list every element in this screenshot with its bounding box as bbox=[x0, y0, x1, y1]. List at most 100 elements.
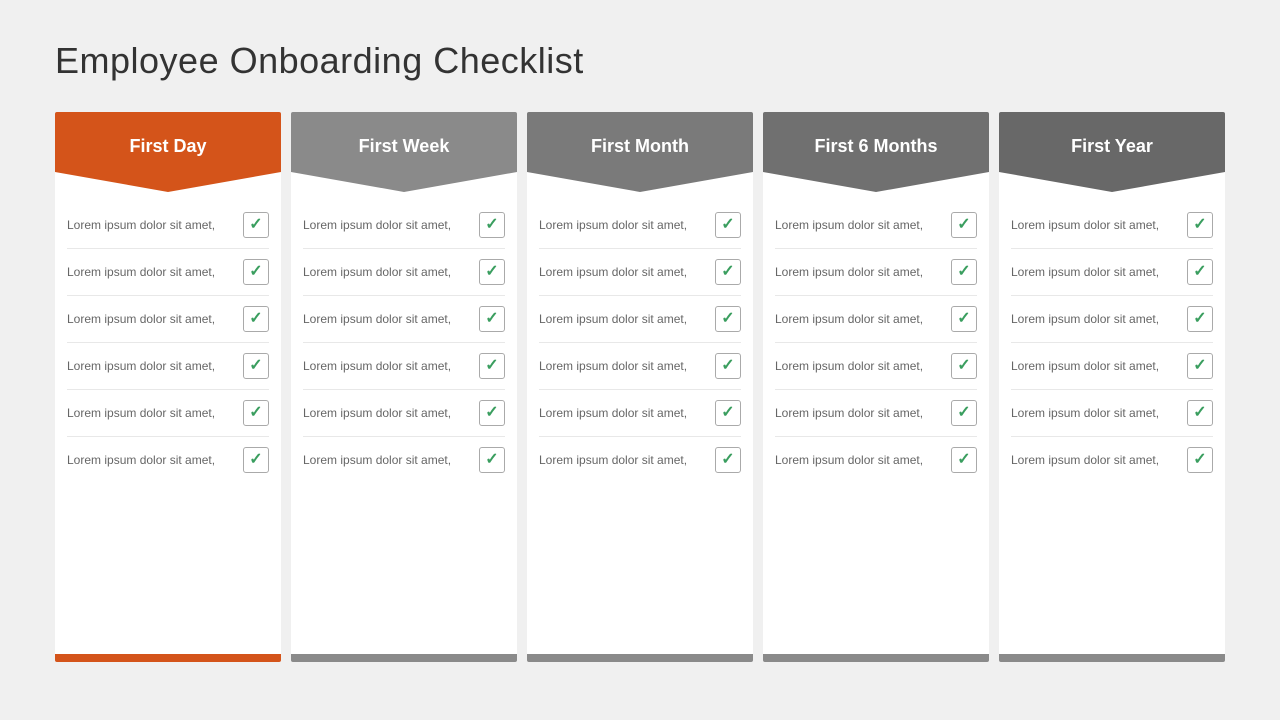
checkmark-icon: ✓ bbox=[1193, 217, 1206, 233]
checkbox[interactable]: ✓ bbox=[715, 212, 741, 238]
column-first-year: First YearLorem ipsum dolor sit amet,✓Lo… bbox=[999, 112, 1225, 662]
column-label-first-month: First Month bbox=[591, 136, 689, 168]
item-text: Lorem ipsum dolor sit amet, bbox=[1011, 217, 1179, 234]
list-item: Lorem ipsum dolor sit amet, ✓ bbox=[303, 437, 505, 483]
checkbox[interactable]: ✓ bbox=[479, 400, 505, 426]
list-item: Lorem ipsum dolor sit amet, ✓ bbox=[539, 437, 741, 483]
column-label-first-year: First Year bbox=[1071, 136, 1153, 168]
checkbox[interactable]: ✓ bbox=[243, 306, 269, 332]
list-item: Lorem ipsum dolor sit amet, ✓ bbox=[775, 202, 977, 249]
checkbox[interactable]: ✓ bbox=[951, 306, 977, 332]
item-text: Lorem ipsum dolor sit amet, bbox=[539, 452, 707, 469]
item-text: Lorem ipsum dolor sit amet, bbox=[303, 405, 471, 422]
checkbox[interactable]: ✓ bbox=[479, 306, 505, 332]
checkbox[interactable]: ✓ bbox=[1187, 400, 1213, 426]
column-first-week: First WeekLorem ipsum dolor sit amet,✓Lo… bbox=[291, 112, 517, 662]
column-first-day: First DayLorem ipsum dolor sit amet,✓Lor… bbox=[55, 112, 281, 662]
checkbox[interactable]: ✓ bbox=[1187, 306, 1213, 332]
column-first-6-months: First 6 MonthsLorem ipsum dolor sit amet… bbox=[763, 112, 989, 662]
checkmark-icon: ✓ bbox=[1193, 405, 1206, 421]
column-body-first-year: Lorem ipsum dolor sit amet, ✓ Lorem ipsum … bbox=[999, 192, 1225, 654]
checkmark-icon: ✓ bbox=[957, 217, 970, 233]
list-item: Lorem ipsum dolor sit amet, ✓ bbox=[775, 343, 977, 390]
item-text: Lorem ipsum dolor sit amet, bbox=[539, 311, 707, 328]
list-item: Lorem ipsum dolor sit amet, ✓ bbox=[539, 390, 741, 437]
checkmark-icon: ✓ bbox=[721, 217, 734, 233]
list-item: Lorem ipsum dolor sit amet,✓ bbox=[303, 296, 505, 343]
checkbox[interactable]: ✓ bbox=[479, 447, 505, 473]
checkbox[interactable]: ✓ bbox=[479, 212, 505, 238]
list-item: Lorem ipsum dolor sit amet, ✓ bbox=[539, 296, 741, 343]
column-body-first-week: Lorem ipsum dolor sit amet, ✓ Lorem ipsum … bbox=[291, 192, 517, 654]
column-header-first-year: First Year bbox=[999, 112, 1225, 192]
checkbox[interactable]: ✓ bbox=[243, 353, 269, 379]
checkmark-icon: ✓ bbox=[1193, 452, 1206, 468]
list-item: Lorem ipsum dolor sit amet,✓ bbox=[539, 249, 741, 296]
column-footer-first-day bbox=[55, 654, 281, 662]
item-text: Lorem ipsum dolor sit amet, bbox=[775, 217, 943, 234]
item-text: Lorem ipsum dolor sit amet, bbox=[539, 405, 707, 422]
list-item: Lorem ipsum dolor sit amet,✓ bbox=[1011, 437, 1213, 483]
list-item: Lorem ipsum dolor sit amet, ✓ bbox=[67, 249, 269, 296]
item-text: Lorem ipsum dolor sit amet, bbox=[775, 311, 943, 328]
column-first-month: First MonthLorem ipsum dolor sit amet,✓L… bbox=[527, 112, 753, 662]
checkbox[interactable]: ✓ bbox=[715, 259, 741, 285]
checkbox[interactable]: ✓ bbox=[715, 447, 741, 473]
column-header-first-month: First Month bbox=[527, 112, 753, 192]
item-text: Lorem ipsum dolor sit amet, bbox=[775, 452, 943, 469]
item-text: Lorem ipsum dolor sit amet, bbox=[775, 358, 943, 375]
list-item: Lorem ipsum dolor sit amet, ✓ bbox=[1011, 249, 1213, 296]
item-text: Lorem ipsum dolor sit amet, bbox=[1011, 264, 1179, 281]
list-item: Lorem ipsum dolor sit amet,✓ bbox=[775, 249, 977, 296]
checkbox[interactable]: ✓ bbox=[479, 353, 505, 379]
item-text: Lorem ipsum dolor sit amet, bbox=[67, 311, 235, 328]
checkbox[interactable]: ✓ bbox=[951, 212, 977, 238]
checkbox[interactable]: ✓ bbox=[1187, 353, 1213, 379]
list-item: Lorem ipsum dolor sit amet, ✓ bbox=[67, 296, 269, 343]
list-item: Lorem ipsum dolor sit amet, ✓ bbox=[775, 296, 977, 343]
checkbox[interactable]: ✓ bbox=[243, 400, 269, 426]
item-text: Lorem ipsum dolor sit amet, bbox=[303, 452, 471, 469]
checkbox[interactable]: ✓ bbox=[1187, 447, 1213, 473]
list-item: Lorem ipsum dolor sit amet,✓ bbox=[1011, 296, 1213, 343]
columns-wrapper: First DayLorem ipsum dolor sit amet,✓Lor… bbox=[55, 112, 1225, 662]
column-body-first-6-months: Lorem ipsum dolor sit amet, ✓ Lorem ipsum … bbox=[763, 192, 989, 654]
checkbox[interactable]: ✓ bbox=[243, 259, 269, 285]
checkmark-icon: ✓ bbox=[249, 264, 262, 280]
list-item: Lorem ipsum dolor sit amet, ✓ bbox=[303, 343, 505, 390]
item-text: Lorem ipsum dolor sit amet, bbox=[1011, 405, 1179, 422]
checkbox[interactable]: ✓ bbox=[951, 400, 977, 426]
checkmark-icon: ✓ bbox=[249, 358, 262, 374]
checkbox[interactable]: ✓ bbox=[715, 353, 741, 379]
checkmark-icon: ✓ bbox=[249, 405, 262, 421]
item-text: Lorem ipsum dolor sit amet, bbox=[1011, 358, 1179, 375]
column-header-first-week: First Week bbox=[291, 112, 517, 192]
list-item: Lorem ipsum dolor sit amet, ✓ bbox=[303, 390, 505, 437]
checkbox[interactable]: ✓ bbox=[951, 353, 977, 379]
column-footer-first-month bbox=[527, 654, 753, 662]
checkmark-icon: ✓ bbox=[721, 358, 734, 374]
list-item: Lorem ipsum dolor sit amet, ✓ bbox=[1011, 343, 1213, 390]
list-item: Lorem ipsum dolor sit amet, ✓ bbox=[67, 343, 269, 390]
checkbox[interactable]: ✓ bbox=[951, 259, 977, 285]
checkbox[interactable]: ✓ bbox=[715, 400, 741, 426]
checkmark-icon: ✓ bbox=[721, 452, 734, 468]
checkbox[interactable]: ✓ bbox=[1187, 259, 1213, 285]
item-text: Lorem ipsum dolor sit amet, bbox=[303, 358, 471, 375]
item-text: Lorem ipsum dolor sit amet, bbox=[539, 217, 707, 234]
column-label-first-week: First Week bbox=[359, 136, 450, 168]
column-body-first-day: Lorem ipsum dolor sit amet,✓Lorem ipsum … bbox=[55, 192, 281, 654]
checkmark-icon: ✓ bbox=[957, 405, 970, 421]
list-item: Lorem ipsum dolor sit amet,✓ bbox=[303, 202, 505, 249]
column-header-first-day: First Day bbox=[55, 112, 281, 192]
item-text: Lorem ipsum dolor sit amet, bbox=[67, 264, 235, 281]
checkbox[interactable]: ✓ bbox=[715, 306, 741, 332]
checkbox[interactable]: ✓ bbox=[951, 447, 977, 473]
checkbox[interactable]: ✓ bbox=[243, 447, 269, 473]
checkbox[interactable]: ✓ bbox=[1187, 212, 1213, 238]
checkbox[interactable]: ✓ bbox=[243, 212, 269, 238]
column-body-first-month: Lorem ipsum dolor sit amet, ✓ Lorem ipsum … bbox=[527, 192, 753, 654]
item-text: Lorem ipsum dolor sit amet, bbox=[67, 358, 235, 375]
checkbox[interactable]: ✓ bbox=[479, 259, 505, 285]
checkmark-icon: ✓ bbox=[957, 311, 970, 327]
